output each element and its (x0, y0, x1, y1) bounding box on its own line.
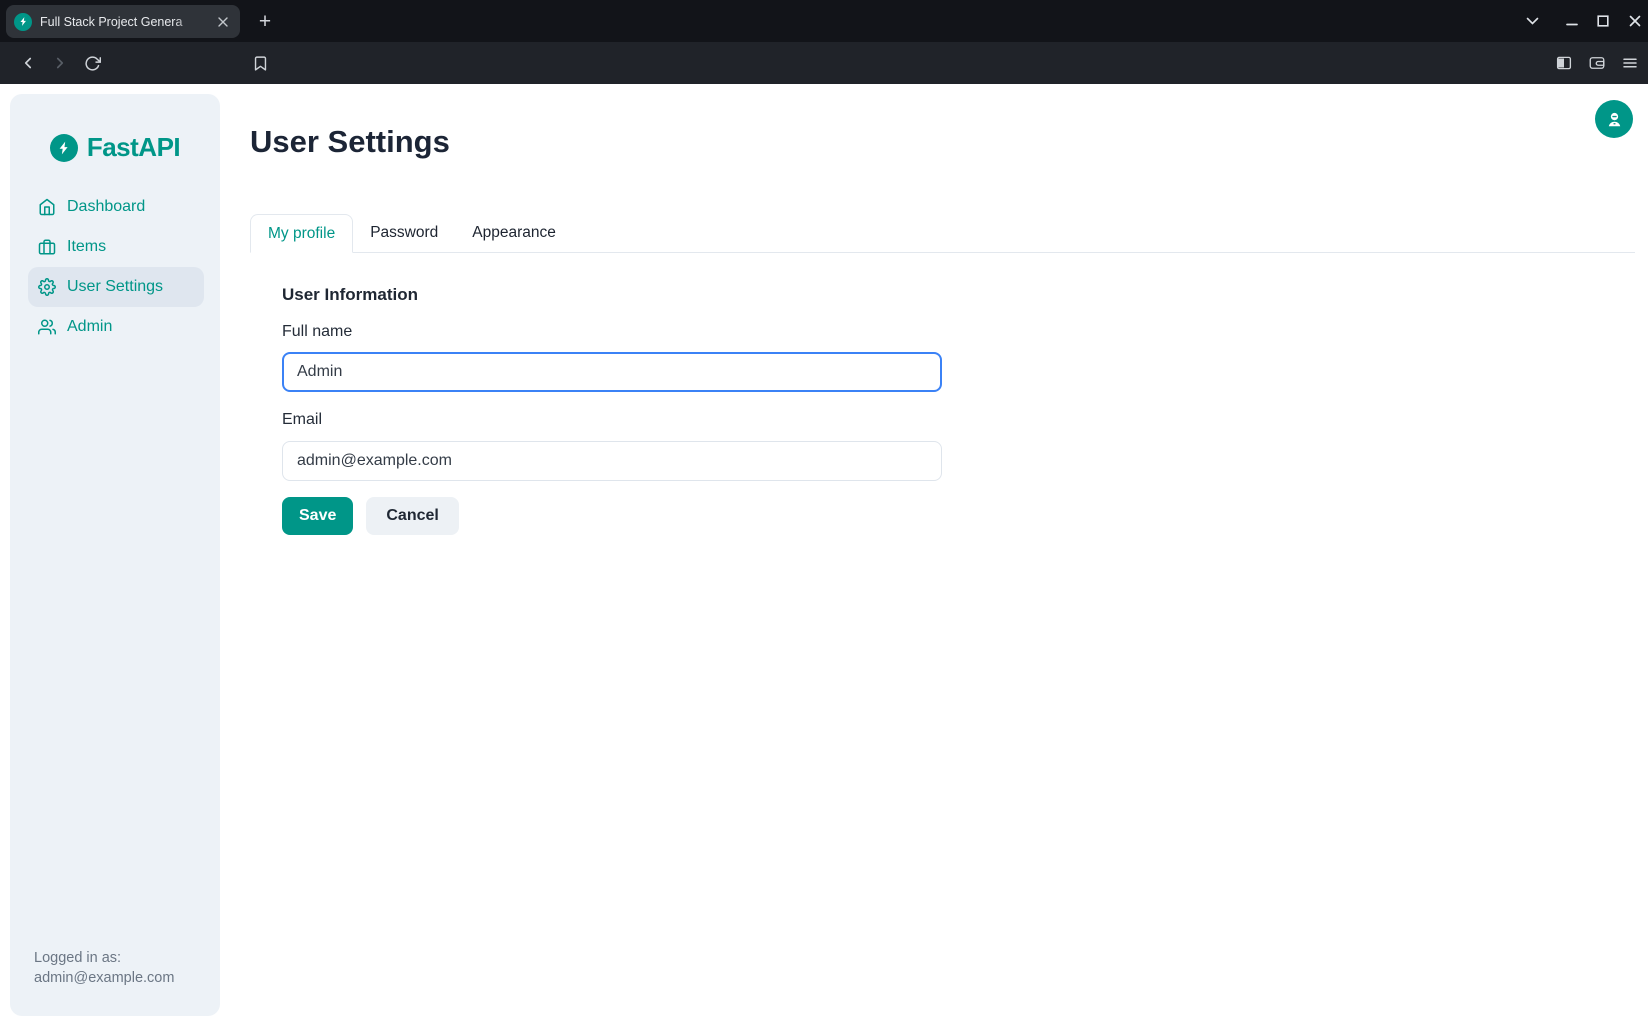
tab-search-chevron-icon[interactable] (1520, 9, 1544, 33)
bookmark-icon[interactable] (248, 51, 272, 75)
back-button[interactable] (16, 51, 40, 75)
browser-tab-strip: Full Stack Project Genera + (0, 0, 1648, 42)
tab-appearance[interactable]: Appearance (455, 214, 573, 252)
sidebar-item-dashboard[interactable]: Dashboard (28, 187, 204, 227)
logo-text: FastAPI (87, 132, 180, 163)
email-input[interactable] (282, 441, 942, 481)
tab-title: Full Stack Project Genera (40, 15, 200, 29)
tab-close-icon[interactable] (214, 13, 232, 31)
sidebar-item-label: User Settings (67, 278, 163, 296)
window-minimize-button[interactable] (1560, 9, 1584, 33)
full-name-input[interactable] (282, 352, 942, 392)
app-page: FastAPI Dashboard Items User Settings (0, 84, 1648, 1025)
fastapi-favicon-icon (14, 13, 32, 31)
user-menu-avatar-button[interactable] (1595, 100, 1633, 138)
window-maximize-button[interactable] (1591, 9, 1615, 33)
menu-hamburger-icon[interactable] (1618, 51, 1642, 75)
sidebar-item-admin[interactable]: Admin (28, 307, 204, 347)
users-icon (38, 318, 56, 336)
logged-in-email: admin@example.com (34, 968, 174, 988)
tab-my-profile[interactable]: My profile (250, 214, 353, 253)
tab-password[interactable]: Password (353, 214, 455, 252)
reload-button[interactable] (80, 51, 104, 75)
user-astronaut-icon (1605, 110, 1624, 129)
sidebar-item-items[interactable]: Items (28, 227, 204, 267)
settings-tabs: My profile Password Appearance (250, 214, 1635, 253)
cancel-button[interactable]: Cancel (366, 497, 458, 535)
form-actions: Save Cancel (282, 497, 459, 535)
window-close-button[interactable] (1623, 9, 1647, 33)
page-title: User Settings (250, 124, 450, 160)
new-tab-button[interactable]: + (252, 9, 278, 35)
browser-window: Full Stack Project Genera + (0, 0, 1648, 1025)
sidebar-item-label: Items (67, 238, 106, 256)
sidebar-item-label: Dashboard (67, 198, 145, 216)
briefcase-icon (38, 238, 56, 256)
full-name-label: Full name (282, 323, 352, 341)
fastapi-logo-icon (50, 134, 78, 162)
home-icon (38, 198, 56, 216)
brave-wallet-icon[interactable] (1585, 51, 1609, 75)
gear-icon (38, 278, 56, 296)
fastapi-logo: FastAPI (10, 132, 220, 163)
logged-in-label: Logged in as: (34, 948, 174, 968)
section-title: User Information (282, 285, 418, 305)
sidebar-item-label: Admin (67, 318, 112, 336)
browser-toolbar: localhost/settings 1 (0, 42, 1648, 84)
browser-tab[interactable]: Full Stack Project Genera (6, 5, 240, 38)
sidebar-item-user-settings[interactable]: User Settings (28, 267, 204, 307)
logged-in-info: Logged in as: admin@example.com (34, 948, 174, 988)
forward-button[interactable] (48, 51, 72, 75)
sidebar: FastAPI Dashboard Items User Settings (10, 94, 220, 1016)
save-button[interactable]: Save (282, 497, 353, 535)
side-panel-icon[interactable] (1552, 51, 1576, 75)
email-label: Email (282, 411, 322, 429)
sidebar-nav: Dashboard Items User Settings Admin (10, 187, 220, 347)
